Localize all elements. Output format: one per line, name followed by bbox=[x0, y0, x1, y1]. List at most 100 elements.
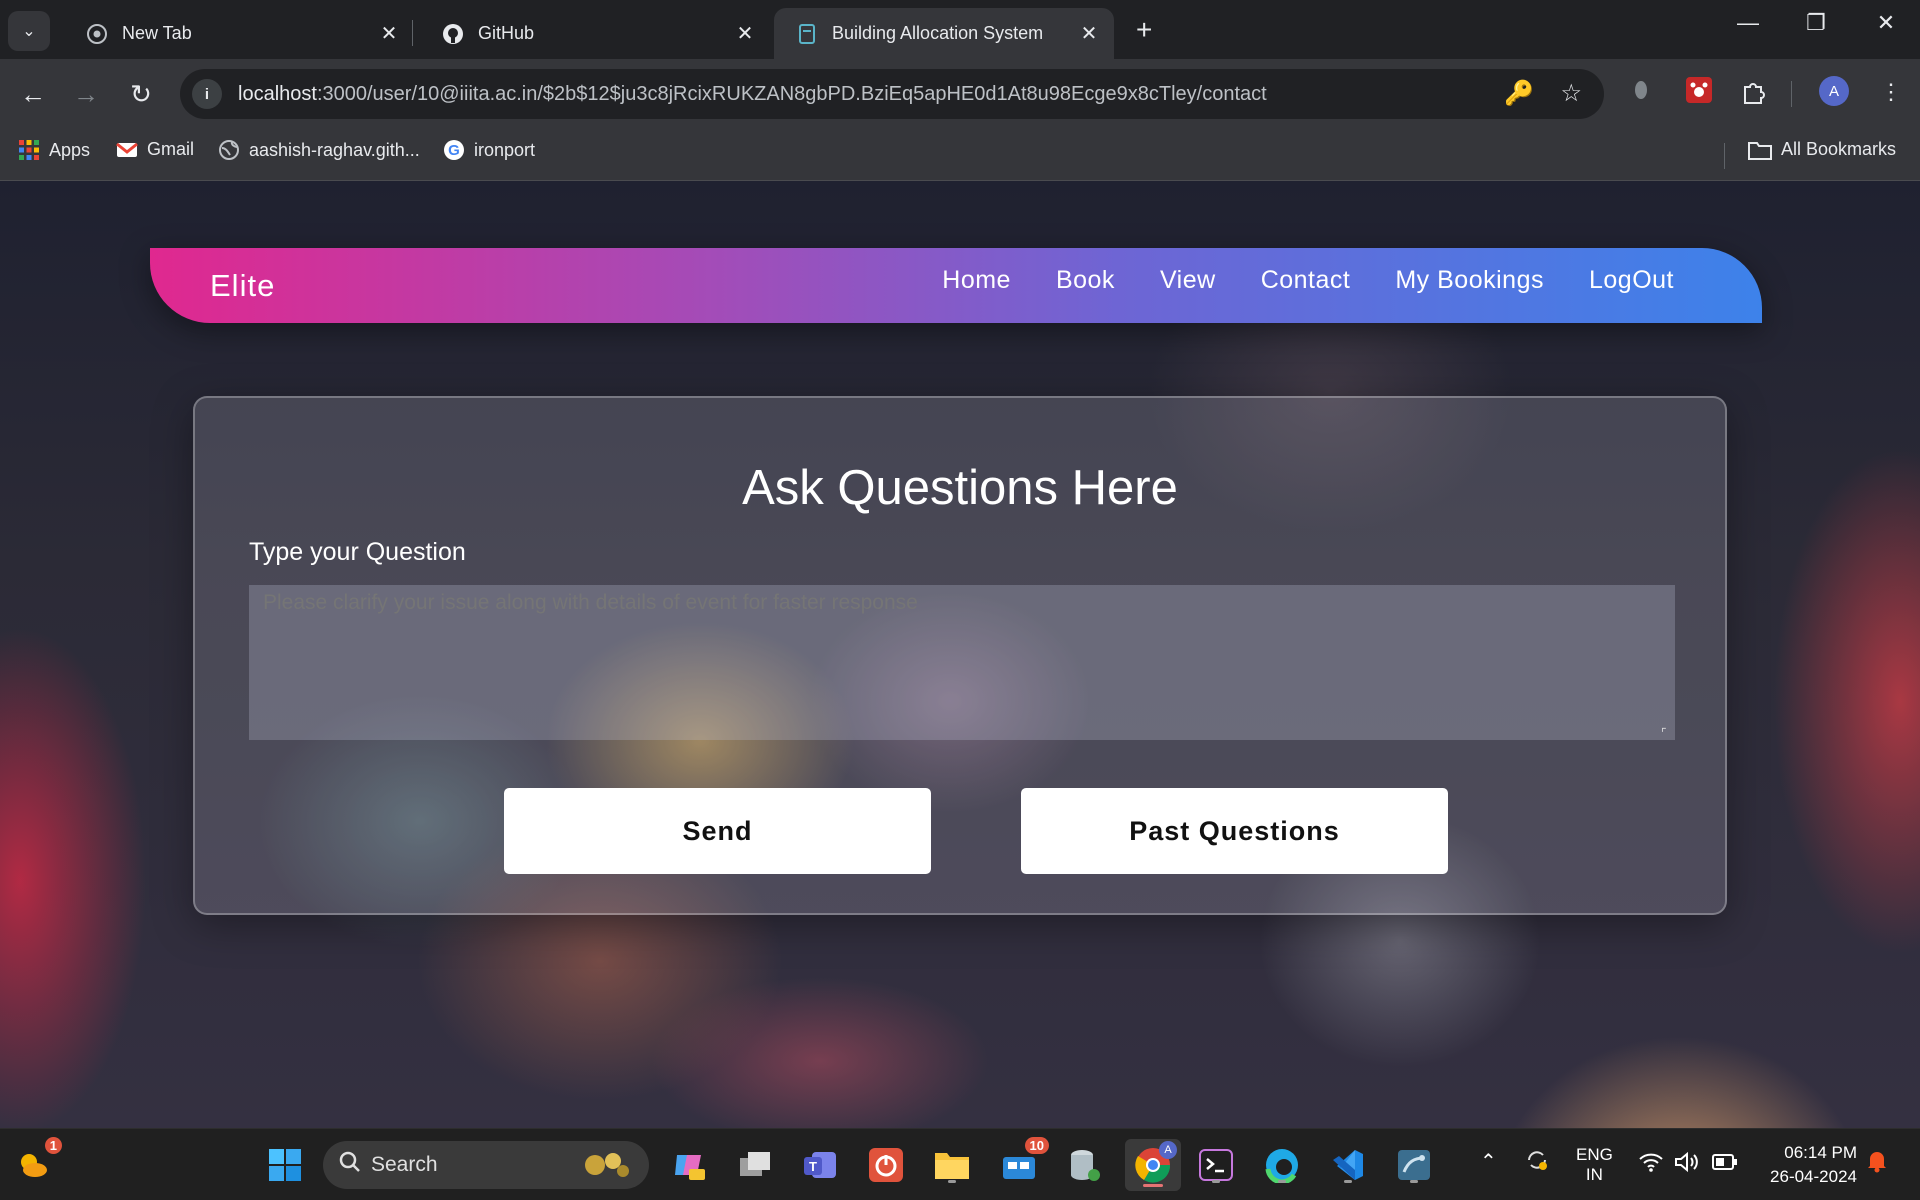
browser-tab-strip: ⌄ New Tab ✕ GitHub ✕ Building Allocation… bbox=[0, 0, 1920, 59]
nav-view-link[interactable]: View bbox=[1160, 266, 1216, 295]
star-icon[interactable]: ☆ bbox=[1560, 79, 1582, 108]
nav-home-link[interactable]: Home bbox=[942, 266, 1011, 295]
tab-search-button[interactable]: ⌄ bbox=[8, 11, 50, 51]
bookmarks-bar: Apps Gmail aashish-raghav.gith... G iron… bbox=[0, 129, 1920, 181]
search-icon bbox=[339, 1151, 361, 1179]
toolbar-divider bbox=[1791, 81, 1792, 107]
url-text[interactable]: localhost:3000/user/10@iiita.ac.in/$2b$1… bbox=[238, 83, 1267, 106]
forward-arrow-icon[interactable]: → bbox=[71, 79, 101, 109]
running-indicator bbox=[1410, 1180, 1418, 1183]
search-highlight-icon bbox=[573, 1147, 635, 1189]
running-indicator bbox=[1344, 1180, 1352, 1183]
browser-toolbar: ← → ↻ i localhost:3000/user/10@iiita.ac.… bbox=[0, 59, 1920, 129]
tab-new-tab[interactable]: New Tab ✕ bbox=[64, 8, 414, 59]
bookmark-apps[interactable]: Apps bbox=[18, 139, 90, 161]
running-indicator bbox=[948, 1180, 956, 1183]
question-form-card: Ask Questions Here Type your Question ⌜ … bbox=[193, 396, 1727, 915]
bookmark-gmail[interactable]: Gmail bbox=[116, 139, 194, 160]
start-windows-icon[interactable] bbox=[263, 1143, 307, 1187]
all-bookmarks[interactable]: All Bookmarks bbox=[1748, 139, 1896, 160]
wifi-icon[interactable] bbox=[1638, 1151, 1664, 1178]
puzzle-icon[interactable] bbox=[1740, 79, 1766, 111]
bookmark-label: All Bookmarks bbox=[1781, 139, 1897, 159]
chrome-taskbar-icon[interactable]: A bbox=[1125, 1139, 1181, 1191]
clock[interactable]: 06:14 PM 26-04-2024 bbox=[1757, 1141, 1857, 1189]
tab-building-allocation[interactable]: Building Allocation System ✕ bbox=[774, 8, 1114, 59]
tab-github[interactable]: GitHub ✕ bbox=[420, 8, 770, 59]
site-info-icon[interactable]: i bbox=[192, 79, 222, 109]
question-textarea[interactable] bbox=[249, 585, 1675, 740]
menu-kebab-icon[interactable]: ⋮ bbox=[1880, 79, 1902, 105]
terminal-icon[interactable] bbox=[1194, 1143, 1238, 1187]
close-icon[interactable]: ✕ bbox=[1078, 21, 1100, 46]
close-icon[interactable]: ✕ bbox=[734, 21, 756, 46]
tab-divider bbox=[412, 20, 413, 46]
task-view-icon[interactable] bbox=[733, 1143, 777, 1187]
database-app-icon[interactable] bbox=[1062, 1143, 1106, 1187]
site-brand[interactable]: Elite bbox=[210, 268, 275, 304]
bookmark-label: Apps bbox=[49, 139, 91, 160]
active-indicator bbox=[1143, 1184, 1163, 1187]
sync-icon[interactable] bbox=[1524, 1147, 1550, 1178]
send-button[interactable]: Send bbox=[504, 788, 931, 874]
running-indicator bbox=[1278, 1180, 1286, 1183]
tab-title: GitHub bbox=[478, 23, 535, 43]
avatar: A bbox=[1159, 1141, 1177, 1159]
new-tab-button[interactable]: + bbox=[1136, 14, 1152, 46]
file-explorer-icon[interactable] bbox=[930, 1143, 974, 1187]
taskbar-search-box[interactable]: Search bbox=[323, 1141, 649, 1189]
mysql-workbench-icon[interactable] bbox=[1392, 1143, 1436, 1187]
tab-title: Building Allocation System bbox=[832, 23, 1044, 43]
profile-avatar[interactable]: A bbox=[1819, 76, 1849, 106]
extension-paw-icon[interactable] bbox=[1686, 77, 1712, 109]
address-bar[interactable]: i localhost:3000/user/10@iiita.ac.in/$2b… bbox=[180, 69, 1604, 119]
language-indicator[interactable]: ENG IN bbox=[1576, 1145, 1613, 1185]
resize-grip-icon[interactable]: ⌜ bbox=[1661, 726, 1667, 740]
store-icon[interactable]: 10 bbox=[997, 1137, 1049, 1187]
back-arrow-icon[interactable]: ← bbox=[18, 79, 48, 109]
key-icon[interactable]: 🔑 bbox=[1504, 79, 1534, 108]
close-icon[interactable]: ✕ bbox=[378, 21, 400, 46]
google-icon: G bbox=[443, 139, 465, 161]
bookmark-label: aashish-raghav.gith... bbox=[249, 139, 420, 160]
extension-icon[interactable] bbox=[1634, 79, 1648, 107]
bookmark-aashish[interactable]: aashish-raghav.gith... bbox=[218, 139, 420, 161]
battery-icon[interactable] bbox=[1712, 1153, 1738, 1176]
copilot-icon[interactable] bbox=[667, 1143, 711, 1187]
nav-contact-link[interactable]: Contact bbox=[1261, 266, 1351, 295]
power-app-icon[interactable] bbox=[864, 1143, 908, 1187]
weather-badge: 1 bbox=[44, 1137, 62, 1154]
notification-bell-icon[interactable] bbox=[1866, 1149, 1888, 1178]
volume-icon[interactable] bbox=[1674, 1151, 1700, 1178]
chrome-icon bbox=[86, 23, 108, 45]
clock-time: 06:14 PM bbox=[1784, 1143, 1857, 1162]
vscode-icon[interactable] bbox=[1326, 1143, 1370, 1187]
restore-button[interactable]: ❐ bbox=[1796, 10, 1836, 36]
bookmark-ironport[interactable]: G ironport bbox=[443, 139, 535, 161]
nav-logout-link[interactable]: LogOut bbox=[1589, 266, 1674, 295]
globe-icon bbox=[218, 139, 240, 161]
page-viewport: Elite Home Book View Contact My Bookings… bbox=[0, 181, 1920, 1128]
clock-date: 26-04-2024 bbox=[1770, 1167, 1857, 1186]
past-questions-button[interactable]: Past Questions bbox=[1021, 788, 1448, 874]
windows-taskbar: 1 Search T 10 A ⌃ ENG IN 06:14 PM 26-04-… bbox=[0, 1128, 1920, 1200]
lang-bottom: IN bbox=[1585, 1165, 1603, 1184]
chevron-up-icon[interactable]: ⌃ bbox=[1480, 1149, 1497, 1174]
window-close-button[interactable]: ✕ bbox=[1866, 10, 1906, 36]
minimize-button[interactable]: — bbox=[1728, 10, 1768, 36]
folder-icon bbox=[1748, 140, 1772, 160]
svg-text:T: T bbox=[809, 1159, 817, 1174]
reload-icon[interactable]: ↻ bbox=[126, 79, 156, 109]
url-host: localhost bbox=[238, 82, 317, 105]
edge-icon[interactable] bbox=[1260, 1143, 1304, 1187]
page-icon bbox=[796, 23, 818, 45]
avatar: A bbox=[1819, 76, 1849, 106]
teams-icon[interactable]: T bbox=[798, 1143, 842, 1187]
running-indicator bbox=[1212, 1180, 1220, 1183]
form-heading: Ask Questions Here bbox=[742, 461, 1178, 515]
nav-book-link[interactable]: Book bbox=[1056, 266, 1115, 295]
weather-widget-icon[interactable]: 1 bbox=[10, 1137, 62, 1187]
nav-links: Home Book View Contact My Bookings LogOu… bbox=[897, 266, 1674, 295]
nav-my-bookings-link[interactable]: My Bookings bbox=[1395, 266, 1544, 295]
bookmark-label: Gmail bbox=[147, 139, 195, 159]
